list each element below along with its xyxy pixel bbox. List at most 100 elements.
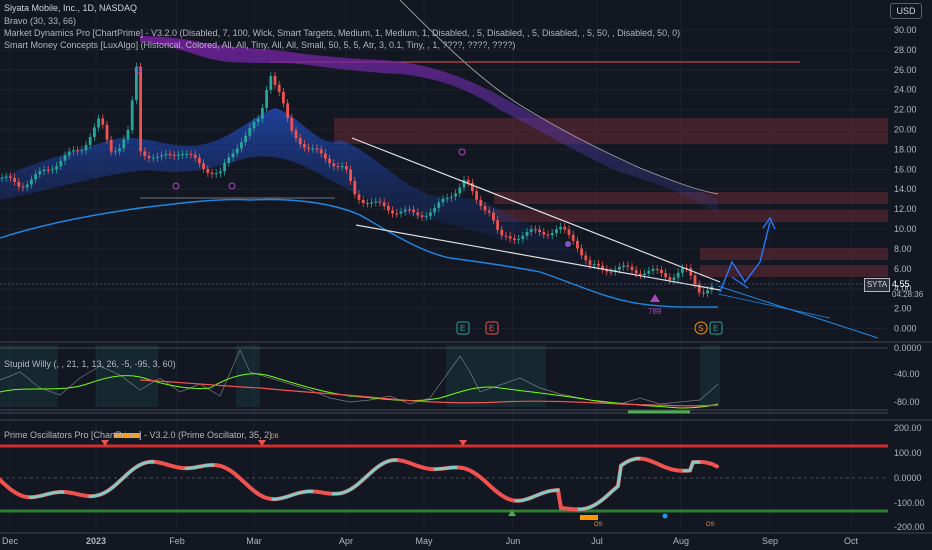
candle-body [38, 171, 42, 175]
candle-body [324, 153, 327, 159]
price-tick-label: 12.00 [894, 204, 917, 214]
oscillator-tick-label: -200.00 [894, 522, 925, 532]
candle-body [487, 210, 491, 213]
projection-arrow-2 [731, 276, 749, 289]
candle-body [164, 154, 168, 156]
price-tick-label: 10.00 [894, 224, 917, 234]
candle-body [559, 226, 562, 230]
candle-body [282, 91, 285, 104]
candle-body [412, 209, 415, 213]
time-tick-label: 2023 [86, 536, 106, 546]
candle-body [370, 202, 373, 204]
candle-body [210, 172, 214, 175]
candle-body [651, 269, 655, 271]
candle-body [681, 268, 684, 273]
willy-tick-label: -40.00 [894, 369, 920, 379]
candle-body [181, 154, 184, 156]
price-tick-label: 2.00 [894, 304, 912, 314]
candle-body [571, 234, 575, 241]
candle-body [97, 118, 100, 128]
candle-body [689, 268, 693, 276]
candle-body [634, 270, 638, 274]
candle-body [189, 154, 193, 156]
indicator-legend-smc[interactable]: Smart Money Concepts [LuxAlgo] (Historic… [4, 39, 515, 51]
candle-body [517, 239, 520, 241]
candle-body [441, 198, 445, 203]
oscillator-tick-label: 100.00 [894, 448, 922, 458]
candle-body [592, 264, 596, 266]
candle-body [172, 154, 176, 156]
oversold-box [580, 515, 598, 520]
candle-body [395, 213, 399, 215]
candle-body [294, 130, 298, 139]
candle-body [315, 148, 319, 150]
candle-body [643, 273, 646, 276]
candle-body [156, 156, 159, 158]
candle-body [374, 201, 378, 203]
candle-body [147, 155, 151, 159]
candle-body [76, 150, 79, 152]
candle-body [21, 186, 25, 188]
candle-body [403, 209, 407, 212]
candle-body [336, 166, 340, 168]
candle-body [214, 173, 218, 175]
willy-axis[interactable]: 0.0000 -40.00 -80.00 [894, 343, 922, 407]
candle-body [424, 215, 428, 217]
candle-body [567, 229, 571, 235]
oscillator-axis[interactable]: 200.00 100.00 0.0000 -100.00 -200.00 [894, 423, 925, 532]
candle-body [88, 136, 92, 145]
price-tick-label: 6.00 [894, 264, 912, 274]
candle-body [139, 66, 142, 152]
trend-projection [717, 293, 831, 319]
candle-body [231, 153, 235, 158]
candle-body [399, 211, 403, 214]
candle-body [492, 212, 495, 221]
price-tick-label: 22.00 [894, 105, 917, 115]
oscillator-tick-label: 200.00 [894, 423, 922, 433]
price-tick-label: 28.00 [894, 45, 917, 55]
candle-body [185, 154, 189, 156]
indicator-legend-bravo[interactable]: Bravo (30, 33, 66) [4, 15, 76, 27]
candle-body [130, 100, 134, 131]
candle-body [588, 260, 592, 266]
candle-body [622, 265, 625, 267]
indicator-legend-market-dynamics[interactable]: Market Dynamics Pro [ChartPrime] - V3.2.… [4, 27, 680, 39]
candle-body [437, 202, 441, 209]
candle-body [105, 124, 109, 140]
willy-pane-title[interactable]: Stupid Willy (, , 21, 1, 13, 26, -5, -95… [4, 358, 176, 370]
time-tick-label: Mar [246, 536, 262, 546]
time-tick-label: Sep [762, 536, 778, 546]
candle-body [13, 177, 16, 182]
candle-body [118, 148, 121, 152]
e-marker: E [460, 324, 465, 333]
supply-zone [700, 248, 888, 260]
time-tick-label: Dec [2, 536, 19, 546]
time-tick-label: Jun [506, 536, 521, 546]
last-price: 4.55 [892, 279, 910, 289]
oscillator-tick-label: 0.0000 [894, 473, 922, 483]
candle-body [143, 151, 147, 156]
candle-body [328, 158, 331, 164]
chart-canvas[interactable]: E E S E 789 OB OS OS 30.0028.0026.0024.0… [0, 0, 932, 550]
candle-body [471, 182, 474, 192]
oscillator-pane-title[interactable]: Prime Oscillators Pro [ChartPrime] - V3.… [4, 429, 272, 441]
time-axis[interactable]: Dec 2023 Feb Mar Apr May Jun Jul Aug Sep Oct [2, 536, 859, 546]
candle-body [332, 163, 336, 167]
candle-body [248, 128, 252, 136]
candle-body [655, 269, 659, 271]
ticker-tag: SYTA [864, 278, 890, 292]
candle-body [563, 226, 567, 230]
candle-body [109, 139, 113, 152]
currency-button[interactable]: USD [890, 3, 922, 19]
oversold-label: OS [706, 522, 715, 528]
price-tick-label: 20.00 [894, 125, 917, 135]
circle-marker-icon [172, 182, 180, 190]
candle-body [126, 130, 130, 140]
candle-body [42, 169, 46, 172]
candle-body [454, 193, 457, 197]
candle-body [273, 75, 277, 85]
candle-body [51, 169, 54, 171]
candle-body [34, 174, 37, 180]
time-tick-label: Apr [339, 536, 353, 546]
candle-body [72, 150, 75, 152]
